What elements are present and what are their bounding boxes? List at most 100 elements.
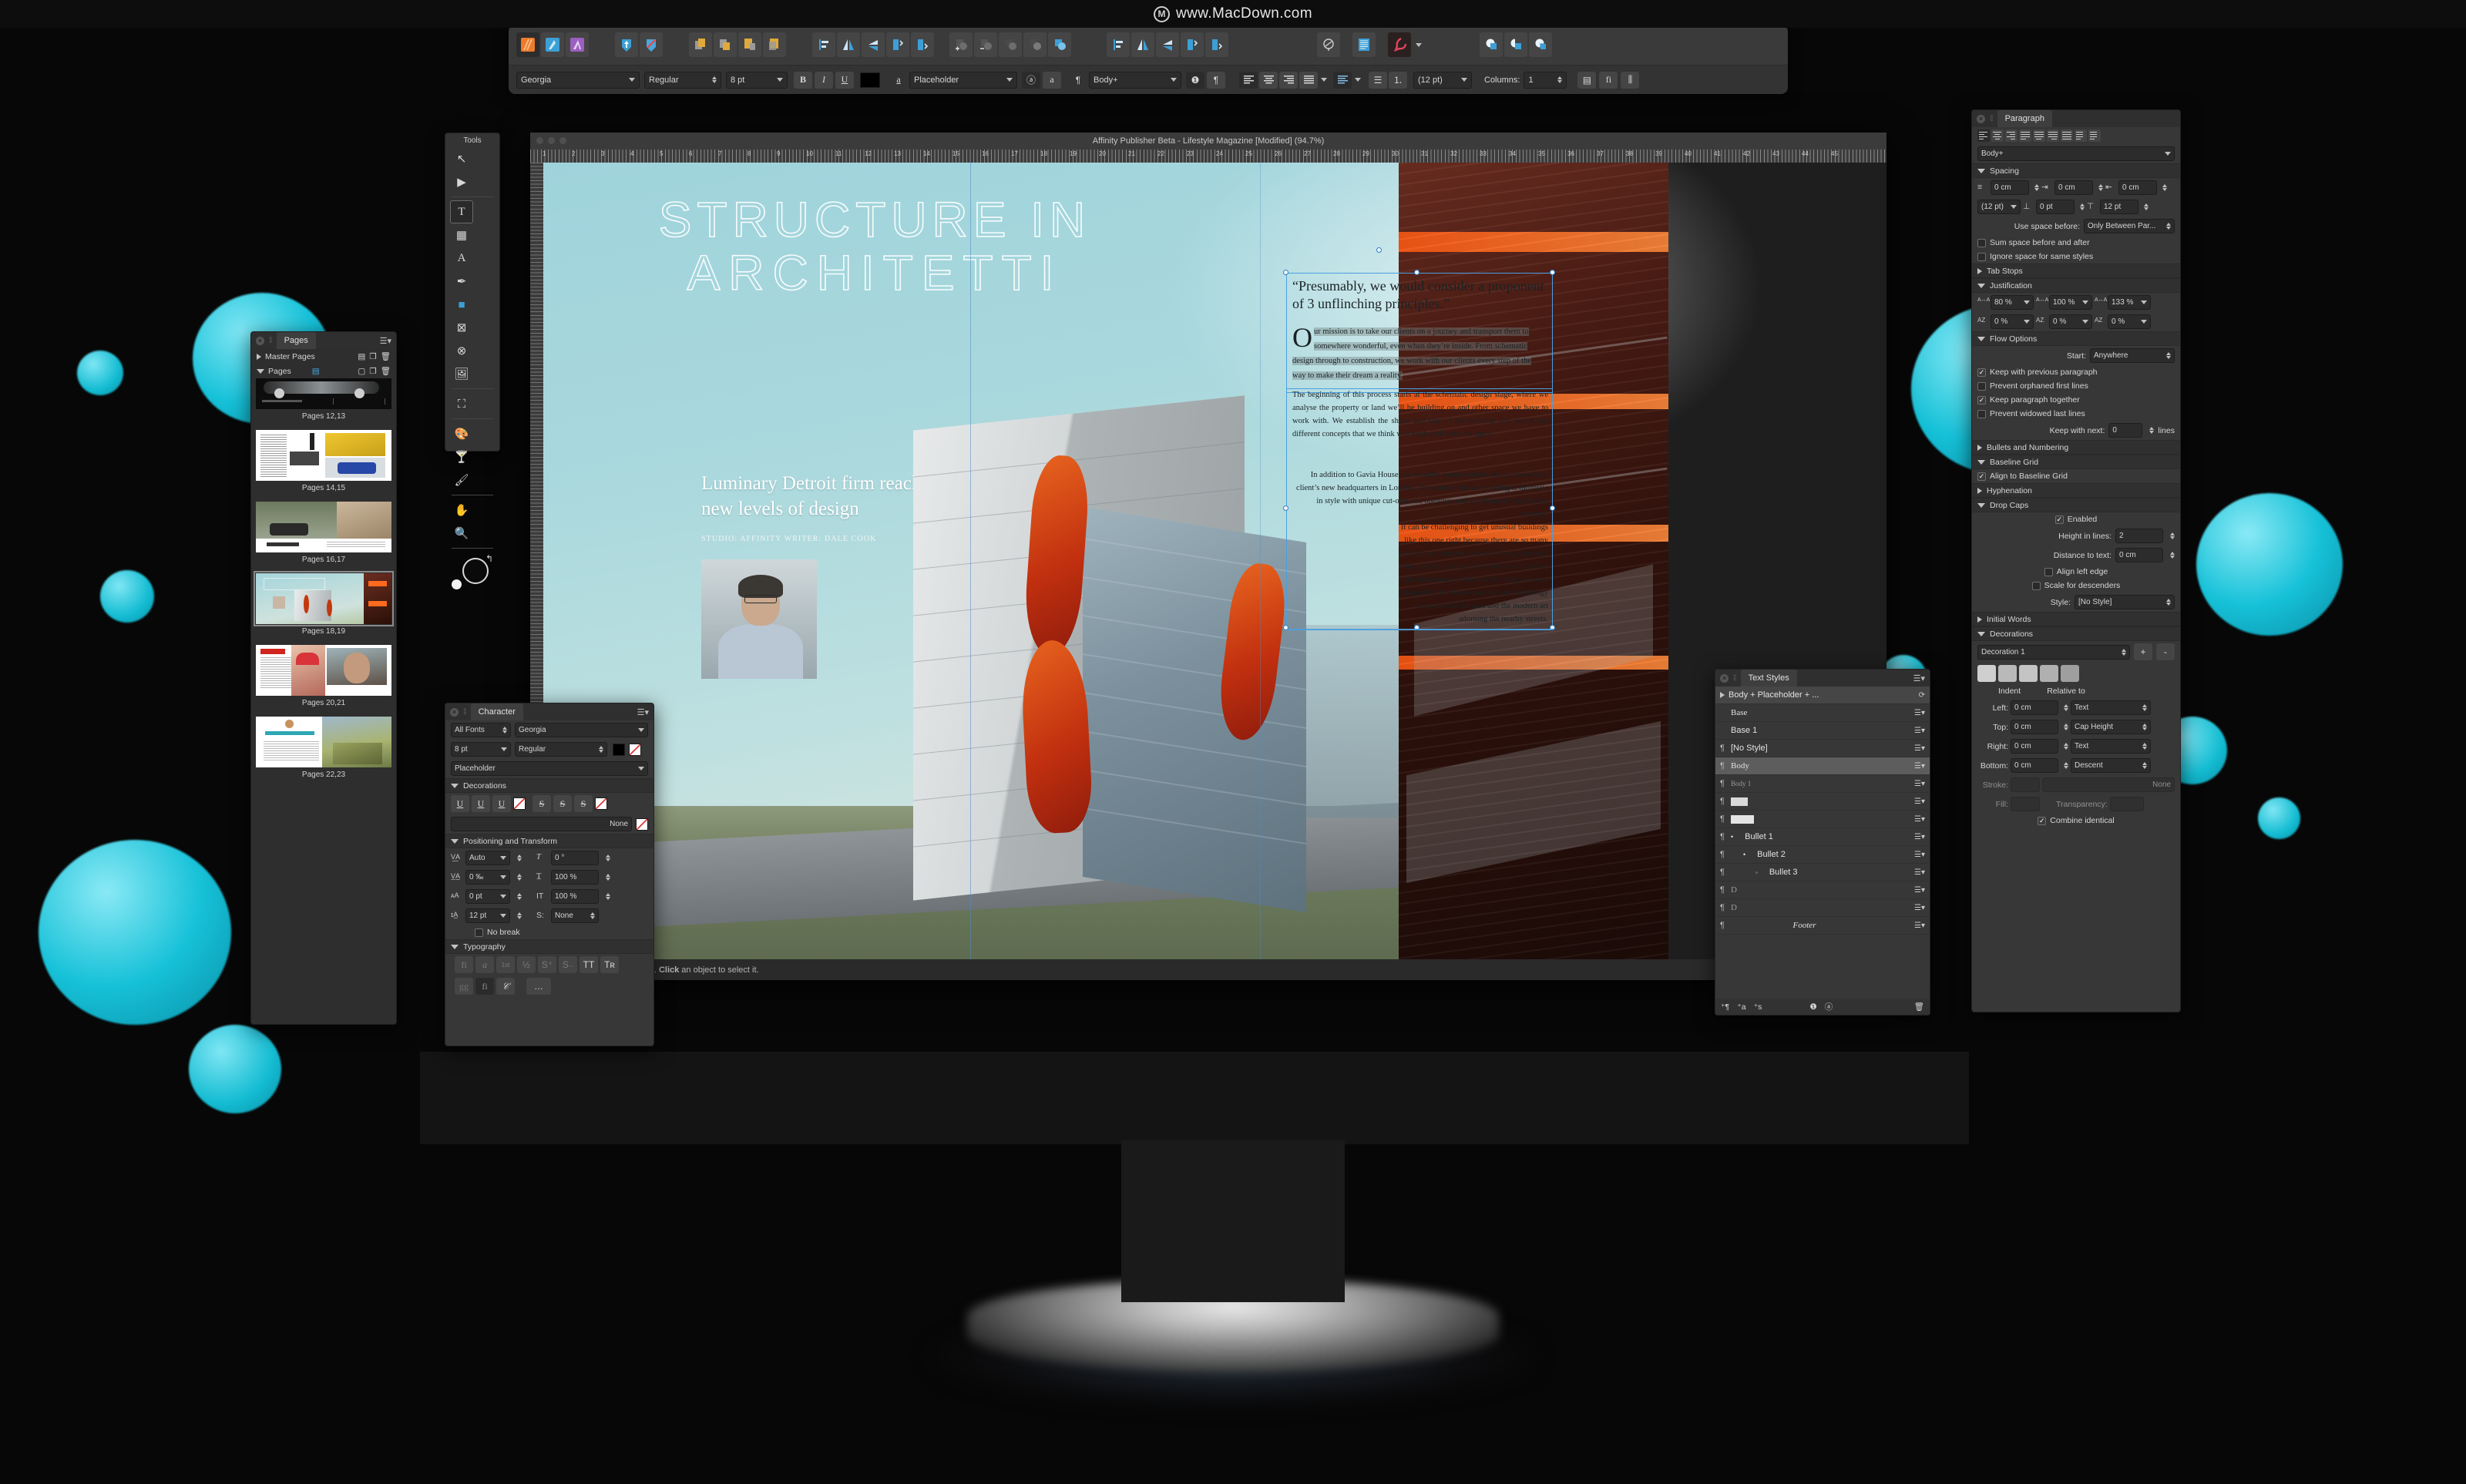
text-styles-panel-tab[interactable]: Text Styles xyxy=(1740,670,1797,687)
pins-dropdown-caret[interactable] xyxy=(1416,42,1422,47)
rotate-handle[interactable] xyxy=(1376,247,1382,253)
justify-center-button[interactable] xyxy=(2033,129,2045,142)
decoration-top-stepper[interactable] xyxy=(2064,724,2068,730)
decoration-left-relative-select[interactable]: Text xyxy=(2071,700,2151,715)
ignore-space-checkbox[interactable] xyxy=(1977,252,1986,261)
prevent-orphans-row[interactable]: Prevent orphaned first lines xyxy=(1972,379,2180,393)
rotation-stepper[interactable] xyxy=(606,854,610,861)
text-styles-panel-grip-icon[interactable]: ⁞⁞ xyxy=(1733,674,1736,683)
delete-style-button[interactable]: 🗑 xyxy=(1914,1002,1924,1012)
sum-space-checkbox[interactable] xyxy=(1977,238,1986,247)
tab-stops-section[interactable]: Tab Stops xyxy=(1972,264,2180,278)
decoration-top-relative-stepper[interactable] xyxy=(2142,724,2147,730)
prevent-orphans-checkbox[interactable] xyxy=(1977,381,1986,391)
char-decorations-disclosure-icon[interactable] xyxy=(451,783,459,788)
decoration-right-stepper[interactable] xyxy=(2064,743,2068,750)
indent-first-stepper[interactable] xyxy=(2098,184,2103,191)
drop-caps-height-field[interactable]: 2 xyxy=(2115,529,2163,543)
character-style-create-button[interactable]: ⓐ xyxy=(1022,71,1040,89)
style-menu-icon[interactable]: ☰▾ xyxy=(1914,922,1925,930)
word-min-field[interactable]: 80 % xyxy=(1991,295,2034,310)
new-character-style-button[interactable]: ⁺a xyxy=(1737,1002,1745,1012)
positioning-disclosure-icon[interactable] xyxy=(451,838,459,844)
move-to-front-button[interactable] xyxy=(689,32,712,57)
page-thumbnail[interactable]: Pages 20,21 xyxy=(256,645,391,713)
no-break-checkbox[interactable] xyxy=(475,928,483,937)
indent-first-field[interactable]: 0 cm xyxy=(2054,180,2093,195)
justification-disclosure-icon[interactable] xyxy=(1977,283,1985,288)
apply-paragraph-style-button[interactable]: ❶ xyxy=(1809,1002,1816,1012)
space-before-stepper[interactable] xyxy=(2080,203,2085,210)
style-menu-icon[interactable]: ☰▾ xyxy=(1914,868,1925,877)
decoration-line-field[interactable]: None xyxy=(451,817,632,831)
drop-caps-align-left-row[interactable]: Align left edge xyxy=(1972,565,2180,579)
strikethrough-colour-swatch[interactable] xyxy=(595,797,607,810)
drop-caps-distance-stepper[interactable] xyxy=(2170,552,2175,559)
adjustment-layer-button[interactable] xyxy=(1504,32,1527,57)
all-caps-button[interactable]: TT xyxy=(580,956,598,973)
mask-layer-button[interactable] xyxy=(1480,32,1503,57)
decoration-right-field[interactable]: 0 cm xyxy=(2011,739,2058,754)
flip-vertical-2-button[interactable] xyxy=(1156,32,1179,57)
decoration-select[interactable]: Decoration 1 xyxy=(1977,644,2130,660)
selection-handle-ml[interactable] xyxy=(1283,505,1288,511)
style-row-no-style[interactable]: ¶ [No Style] ☰▾ xyxy=(1715,740,1930,757)
style-menu-icon[interactable]: ☰▾ xyxy=(1914,762,1925,771)
pull-quote-text[interactable]: “Presumably, we would consider a propone… xyxy=(1292,277,1548,313)
style-menu-icon[interactable]: ☰▾ xyxy=(1914,797,1925,806)
page-thumbnail[interactable]: Pages 14,15 xyxy=(256,430,391,499)
tab-stops-disclosure-icon[interactable] xyxy=(1977,267,1982,274)
historical-forms-button[interactable]: gg xyxy=(455,978,473,995)
magazine-spread[interactable]: STRUCTURE IN ARCHITETTI Luminary Detroit… xyxy=(543,163,1804,959)
place-image-tool[interactable]: 🖼 xyxy=(450,362,473,385)
decoration-bottom-relative-stepper[interactable] xyxy=(2142,762,2147,769)
decoration-left-field[interactable]: 0 cm xyxy=(2011,700,2058,715)
decoration-right-relative-stepper[interactable] xyxy=(2142,743,2147,750)
drop-caps-enabled-row[interactable]: ✓ Enabled xyxy=(1972,512,2180,526)
char-font-style-stepper[interactable] xyxy=(599,746,603,753)
space-before-field[interactable]: 0 pt xyxy=(2036,200,2075,214)
decoration-select-stepper[interactable] xyxy=(2122,648,2126,656)
flip-vertical-button[interactable] xyxy=(862,32,885,57)
font-style-field[interactable]: Regular xyxy=(644,71,721,89)
delete-master-page-icon[interactable]: 🗑 xyxy=(381,351,391,361)
hyphenation-section[interactable]: Hyphenation xyxy=(1972,483,2180,498)
style-row-bullet3[interactable]: ¶ ◦ Bullet 3 ☰▾ xyxy=(1715,864,1930,881)
new-group-button[interactable]: ⁺s xyxy=(1754,1002,1762,1012)
rotate-left-button[interactable] xyxy=(886,32,909,57)
drop-caps-style-stepper[interactable] xyxy=(2166,599,2171,606)
underline-double-button[interactable]: U xyxy=(492,795,511,812)
style-row-d2[interactable]: ¶ D ☰▾ xyxy=(1715,899,1930,917)
strikethrough-words-button[interactable]: S xyxy=(553,795,572,812)
char-style-field[interactable]: Placeholder xyxy=(451,761,648,776)
align-center-text-button[interactable] xyxy=(1259,71,1278,89)
ignore-space-row[interactable]: Ignore space for same styles xyxy=(1972,250,2180,264)
window-controls[interactable] xyxy=(536,137,566,144)
horizontal-scale-field[interactable]: 100 % xyxy=(551,870,599,885)
underline-single-button[interactable]: U xyxy=(451,795,469,812)
prevent-widows-row[interactable]: Prevent widowed last lines xyxy=(1972,407,2180,421)
style-row-body[interactable]: ¶ Body ☰▾ xyxy=(1715,757,1930,775)
font-size-field[interactable]: 8 pt xyxy=(726,71,788,89)
font-style-stepper[interactable] xyxy=(712,76,717,83)
pages-panel-menu-icon[interactable]: ☰▾ xyxy=(380,336,391,346)
word-max-field[interactable]: 133 % xyxy=(2108,295,2151,310)
keep-with-previous-row[interactable]: ✓ Keep with previous paragraph xyxy=(1972,365,2180,379)
align-away-spine-button[interactable] xyxy=(2088,129,2101,142)
sum-space-row[interactable]: Sum space before and after xyxy=(1972,236,2180,250)
no-break-row[interactable]: No break xyxy=(445,925,653,939)
document-canvas[interactable]: STRUCTURE IN ARCHITETTI Luminary Detroit… xyxy=(543,163,1886,959)
drop-caps-distance-field[interactable]: 0 cm xyxy=(2115,548,2163,562)
rotate-right-button[interactable] xyxy=(911,32,934,57)
word-opt-field[interactable]: 100 % xyxy=(2049,295,2092,310)
page-thumbnail[interactable]: Pages 16,17 xyxy=(256,502,391,570)
strikethrough-double-button[interactable]: S xyxy=(574,795,593,812)
keep-with-next-field[interactable]: 0 xyxy=(2108,423,2143,438)
style-row-blank-2[interactable]: ¶ ☰▾ xyxy=(1715,811,1930,828)
contextual-alternates-button[interactable]: 𝒞 xyxy=(496,978,515,995)
artistic-text-tool[interactable]: A xyxy=(450,247,473,270)
keep-with-previous-checkbox[interactable]: ✓ xyxy=(1977,368,1986,377)
spread-headline[interactable]: STRUCTURE IN ARCHITETTI xyxy=(559,193,1191,300)
character-panel-grip-icon[interactable]: ⁞⁞ xyxy=(463,708,466,717)
font-family-field[interactable]: Georgia xyxy=(516,71,640,89)
